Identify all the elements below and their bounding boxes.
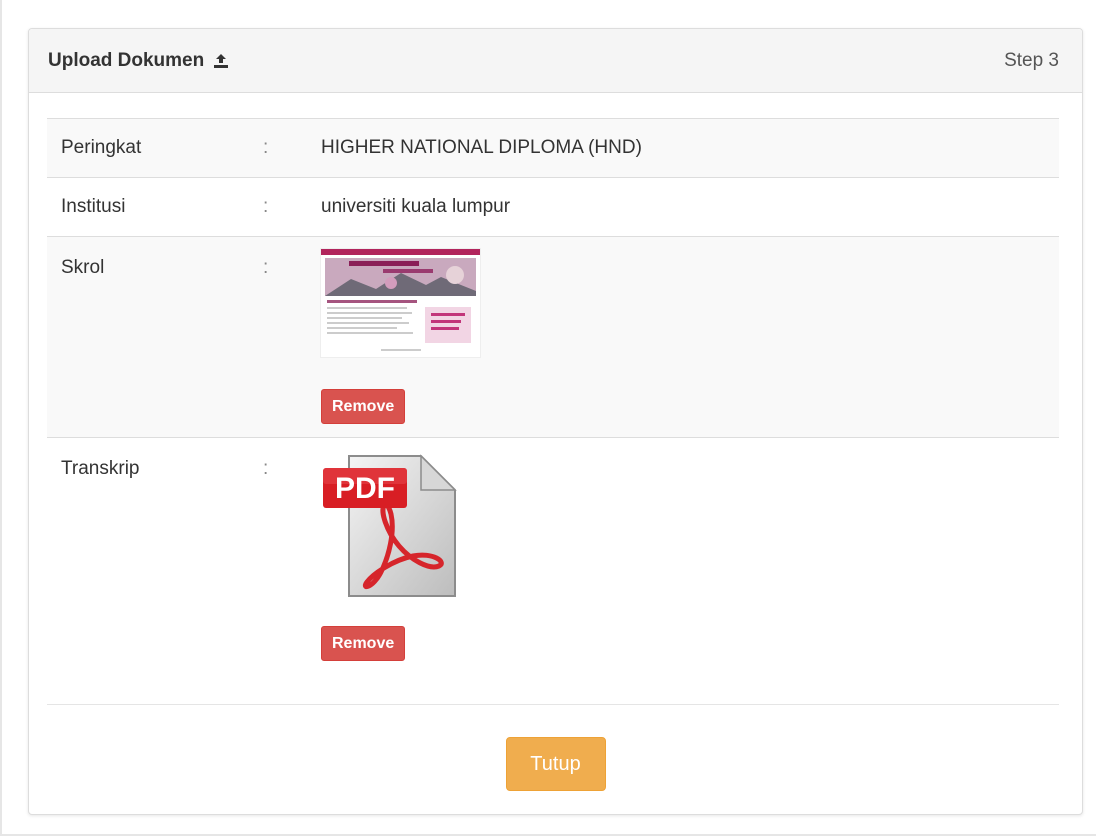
- row-value: PDF Remove: [321, 454, 1059, 704]
- row-label: Transkrip: [61, 458, 140, 479]
- panel-title: Upload Dokumen: [48, 50, 230, 72]
- row-value: universiti kuala lumpur: [321, 196, 511, 217]
- table-row-transkrip: Transkrip : PDF Remove: [47, 438, 1059, 705]
- row-value: Remove: [321, 249, 1059, 437]
- upload-icon: [212, 53, 230, 69]
- row-separator: :: [263, 196, 269, 217]
- remove-transkrip-button[interactable]: Remove: [321, 626, 406, 661]
- pdf-icon[interactable]: PDF: [321, 452, 457, 598]
- remove-skrol-button[interactable]: Remove: [321, 389, 406, 424]
- row-separator: :: [263, 137, 269, 158]
- row-separator: :: [263, 458, 269, 479]
- row-label: Skrol: [61, 257, 105, 278]
- row-separator: :: [263, 257, 269, 278]
- step-indicator: Step 3: [1004, 49, 1059, 71]
- panel-footer: Tutup: [29, 737, 1082, 791]
- row-label: Institusi: [61, 196, 126, 217]
- row-value: HIGHER NATIONAL DIPLOMA (HND): [321, 137, 642, 158]
- table-row-skrol: Skrol : Remove: [47, 237, 1059, 438]
- document-table: Peringkat : HIGHER NATIONAL DIPLOMA (HND…: [47, 118, 1059, 705]
- close-button[interactable]: Tutup: [505, 737, 606, 791]
- row-label: Peringkat: [61, 137, 142, 158]
- upload-panel: Upload Dokumen Step 3 Peringkat : HIGHER…: [28, 28, 1083, 815]
- panel-title-text: Upload Dokumen: [48, 49, 205, 71]
- panel-heading: Upload Dokumen Step 3: [29, 29, 1082, 93]
- table-row-institusi: Institusi : universiti kuala lumpur: [47, 178, 1059, 237]
- pdf-icon-text: PDF: [335, 472, 395, 505]
- skrol-image-thumbnail[interactable]: [321, 249, 480, 357]
- table-row-peringkat: Peringkat : HIGHER NATIONAL DIPLOMA (HND…: [47, 119, 1059, 178]
